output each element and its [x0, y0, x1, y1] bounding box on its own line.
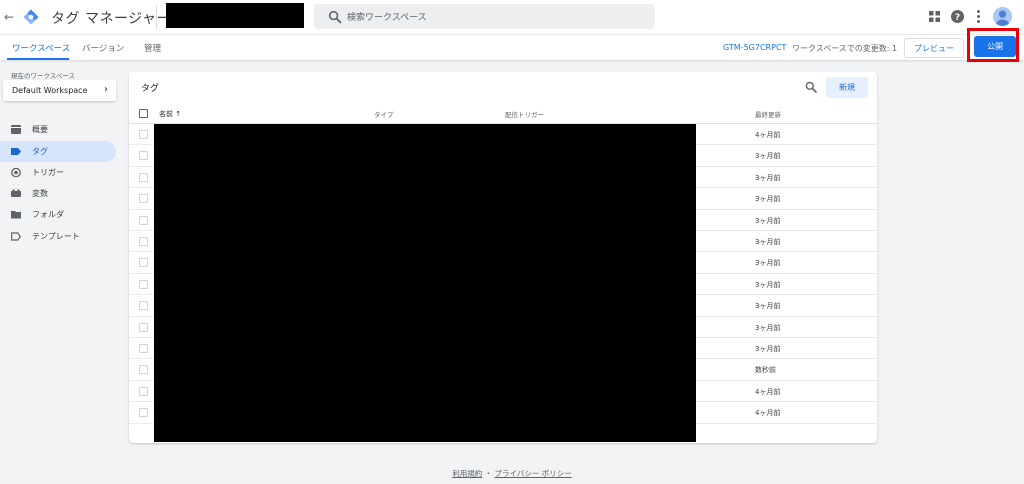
workspace-selector[interactable]: Default Workspace › [3, 80, 116, 101]
sidebar-item-folders[interactable]: フォルダ [0, 204, 116, 225]
last-edited-cell: 4ヶ月前 [755, 409, 781, 418]
last-edited-cell: 3ヶ月前 [755, 195, 781, 204]
sidebar-item-tags[interactable]: タグ [0, 141, 116, 162]
row-checkbox[interactable] [139, 322, 148, 332]
column-header-last-edited[interactable]: 最終更新 [755, 109, 781, 119]
redacted-tag-details [154, 124, 696, 442]
last-edited-cell: 3ヶ月前 [755, 173, 781, 182]
sidebar-item-label: 変数 [32, 189, 48, 198]
last-edited-cell: 3ヶ月前 [755, 323, 781, 332]
svg-text:?: ? [955, 13, 960, 23]
last-edited-cell: 4ヶ月前 [755, 387, 781, 396]
help-icon[interactable]: ? [951, 10, 964, 23]
publish-button[interactable]: 公開 [974, 36, 1016, 57]
sidebar-item-overview[interactable]: 概要 [0, 119, 116, 140]
tag-icon [11, 148, 21, 155]
sidebar-item-label: 概要 [32, 125, 48, 134]
last-edited-cell: 3ヶ月前 [755, 216, 781, 225]
account-selector-redacted[interactable] [166, 3, 304, 28]
title-divider [156, 5, 157, 29]
sidebar-item-label: トリガー [32, 168, 64, 177]
select-all-checkbox[interactable] [139, 109, 148, 118]
template-icon [11, 232, 21, 241]
workspace-search[interactable]: 検索ワークスペース [314, 4, 655, 29]
tab-workspace[interactable]: ワークスペース [12, 42, 70, 54]
column-header-name[interactable]: 名前 ↑ [159, 109, 181, 119]
last-edited-cell: 3ヶ月前 [755, 280, 781, 289]
new-tag-button[interactable]: 新規 [826, 77, 868, 98]
app-bar: ← タグ マネージャー 検索ワークスペース ? [0, 0, 1024, 34]
card-title: タグ [141, 84, 160, 94]
search-icon [328, 10, 342, 24]
row-checkbox[interactable] [139, 279, 148, 289]
active-tab-indicator [7, 58, 69, 60]
row-checkbox[interactable] [139, 151, 148, 161]
last-edited-cell: 3ヶ月前 [755, 238, 781, 246]
folder-icon [11, 211, 21, 219]
row-checkbox[interactable] [139, 301, 148, 311]
tags-card: タグ 新規 名前 ↑ タイプ 配信トリガー 最終更新 4ヶ月前 3ヶ月前 3ヶ月前 3… [129, 72, 877, 443]
last-edited-cell: 4ヶ月前 [755, 131, 781, 139]
search-placeholder: 検索ワークスペース [347, 13, 427, 23]
last-edited-cell: 3ヶ月前 [755, 302, 781, 311]
account-avatar[interactable] [993, 7, 1012, 26]
last-edited-cell: 3ヶ月前 [755, 152, 781, 161]
sidebar-item-variables[interactable]: 変数 [0, 183, 116, 204]
apps-grid-icon[interactable] [929, 11, 940, 22]
row-checkbox[interactable] [139, 237, 148, 246]
terms-link[interactable]: 利用規約 [452, 469, 482, 478]
workspace-name: Default Workspace [12, 86, 88, 95]
row-checkbox[interactable] [139, 194, 148, 204]
preview-button[interactable]: プレビュー [904, 38, 964, 58]
tab-versions[interactable]: バージョン [82, 42, 124, 54]
more-vert-icon[interactable] [976, 9, 981, 24]
row-checkbox[interactable] [139, 215, 148, 225]
user-avatar-icon [996, 10, 1009, 26]
footer-separator: ・ [484, 469, 493, 478]
row-checkbox[interactable] [139, 408, 148, 418]
variable-icon [11, 189, 21, 197]
privacy-link[interactable]: プライバシー ポリシー [495, 469, 572, 478]
container-id-link[interactable]: GTM-5G7CRPCT [723, 43, 786, 52]
current-workspace-label: 現在のワークスペース [11, 72, 76, 80]
footer: 利用規約 ・ プライバシー ポリシー [0, 468, 1024, 479]
column-header-trigger[interactable]: 配信トリガー [505, 109, 544, 119]
tag-manager-logo-icon[interactable] [23, 9, 39, 25]
column-header-type[interactable]: タイプ [374, 109, 394, 119]
chevron-right-icon: › [104, 84, 108, 95]
last-edited-cell: 3ヶ月前 [755, 345, 781, 353]
back-arrow-icon[interactable]: ← [3, 10, 15, 24]
row-checkbox[interactable] [139, 258, 148, 268]
sidebar-item-label: フォルダ [32, 210, 64, 219]
sub-navigation: ワークスペース バージョン 管理 GTM-5G7CRPCT ワークスペースでの変… [0, 34, 1024, 60]
sidebar-item-label: テンプレート [32, 232, 80, 241]
sidebar-item-label: タグ [32, 147, 48, 156]
app-title: タグ マネージャー [51, 11, 171, 27]
tab-admin[interactable]: 管理 [144, 42, 161, 54]
last-edited-cell: 数秒前 [755, 366, 776, 375]
row-checkbox[interactable] [139, 386, 148, 396]
row-checkbox[interactable] [139, 172, 148, 182]
sidebar-item-triggers[interactable]: トリガー [0, 162, 116, 183]
search-icon[interactable] [805, 81, 817, 93]
sidebar-item-templates[interactable]: テンプレート [0, 226, 116, 247]
overview-icon [11, 125, 21, 134]
row-checkbox[interactable] [139, 344, 148, 353]
last-edited-cell: 3ヶ月前 [755, 259, 781, 268]
workspace-changes-count: ワークスペースでの変更数: 1 [792, 44, 898, 53]
row-checkbox[interactable] [139, 130, 148, 139]
table-header: 名前 ↑ タイプ 配信トリガー 最終更新 [129, 103, 877, 124]
row-checkbox[interactable] [139, 365, 148, 375]
trigger-icon [11, 168, 21, 177]
